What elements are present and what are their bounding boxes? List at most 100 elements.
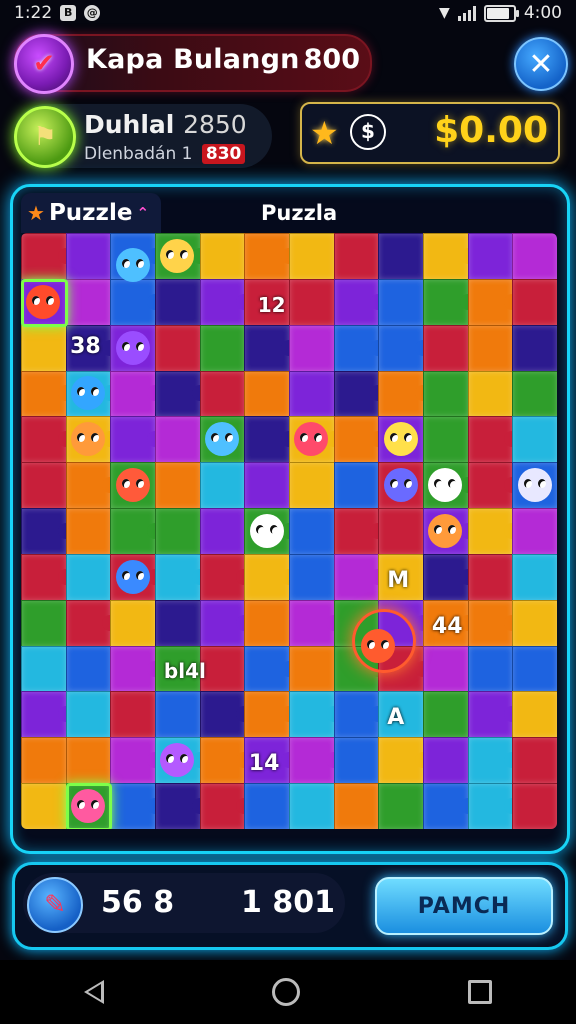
puzzle-piece[interactable] [155, 691, 201, 739]
puzzle-piece[interactable] [289, 553, 335, 601]
puzzle-piece[interactable] [155, 416, 201, 464]
match-button[interactable]: PAMCH [375, 877, 553, 935]
puzzle-piece[interactable] [65, 508, 112, 555]
puzzle-piece[interactable] [512, 324, 557, 372]
puzzle-piece[interactable] [512, 370, 557, 418]
puzzle-piece[interactable] [289, 508, 335, 555]
puzzle-piece[interactable] [244, 783, 290, 829]
puzzle-piece[interactable] [244, 370, 290, 418]
wifi-icon: ▼ [439, 5, 450, 21]
puzzle-piece[interactable] [199, 370, 246, 418]
puzzle-piece[interactable] [65, 278, 112, 326]
puzzle-piece[interactable] [244, 462, 290, 510]
puzzle-piece[interactable] [378, 278, 424, 326]
puzzle-piece[interactable] [155, 508, 201, 555]
puzzle-piece[interactable] [289, 233, 335, 280]
tab-puzzle[interactable]: ★ Puzzle ⌃ [21, 193, 161, 233]
puzzle-piece[interactable] [423, 370, 469, 418]
puzzle-piece[interactable] [65, 233, 112, 280]
puzzle-piece[interactable] [21, 737, 67, 785]
puzzle-piece[interactable] [155, 324, 201, 372]
puzzle-piece[interactable] [512, 783, 557, 829]
puzzle-piece[interactable] [512, 553, 557, 601]
puzzle-piece[interactable] [199, 508, 246, 555]
status-bar: 1:22 B @ ▼ 4:00 [0, 0, 576, 26]
puzzle-piece[interactable] [467, 324, 514, 372]
puzzle-piece[interactable] [378, 783, 424, 829]
wallet-panel[interactable]: ★ $ $0.00 [300, 102, 560, 164]
puzzle-piece[interactable] [423, 416, 469, 464]
puzzle-piece[interactable] [289, 324, 335, 372]
recent-apps-icon[interactable] [468, 980, 492, 1004]
heart-icon: ✔ [33, 49, 55, 79]
battery-icon [483, 4, 519, 22]
level-button[interactable]: ⚑ [14, 106, 76, 168]
puzzle-piece[interactable] [21, 462, 67, 510]
puzzle-piece[interactable] [21, 645, 67, 693]
puzzle-piece[interactable] [289, 278, 335, 326]
puzzle-piece[interactable] [199, 462, 246, 510]
puzzle-piece[interactable] [21, 324, 67, 372]
puzzle-piece[interactable] [155, 462, 201, 510]
puzzle-piece[interactable] [467, 370, 514, 418]
puzzle-piece[interactable] [65, 553, 112, 601]
puzzle-piece[interactable] [289, 783, 335, 829]
puzzle-piece[interactable] [110, 599, 156, 647]
character-face-icon [383, 468, 418, 503]
board-title: Puzzla [261, 201, 338, 225]
puzzle-piece[interactable] [512, 645, 557, 693]
character-face-icon [160, 238, 195, 273]
puzzle-piece[interactable] [199, 645, 246, 693]
puzzle-piece[interactable] [423, 737, 469, 785]
puzzle-piece[interactable] [423, 645, 469, 693]
header-bar: ✔ Kapa Bulangn 800 [14, 34, 372, 94]
puzzle-piece[interactable] [21, 783, 67, 829]
puzzle-piece[interactable] [423, 324, 469, 372]
puzzle-piece[interactable] [512, 278, 557, 326]
puzzle-piece[interactable] [512, 599, 557, 647]
puzzle-grid[interactable]: 12 38 M 44 bl4l 14 A [21, 233, 557, 829]
header-title: Kapa Bulangn [86, 44, 300, 75]
close-button[interactable]: ✕ [514, 37, 568, 91]
puzzle-piece[interactable] [65, 737, 112, 785]
puzzle-piece[interactable] [65, 645, 112, 693]
puzzle-piece[interactable] [467, 233, 514, 280]
puzzle-piece[interactable] [244, 599, 290, 647]
lives-button[interactable]: ✔ [14, 34, 74, 94]
puzzle-piece[interactable] [333, 233, 380, 280]
puzzle-piece[interactable] [289, 645, 335, 693]
puzzle-piece[interactable] [333, 783, 380, 829]
puzzle-piece[interactable] [199, 233, 246, 280]
puzzle-piece[interactable] [512, 416, 557, 464]
player-subtitle: Dlenbadán [84, 144, 177, 164]
board-label: A [387, 705, 405, 731]
home-icon[interactable] [272, 978, 300, 1006]
puzzle-piece[interactable] [289, 462, 335, 510]
player-name: Duhlal [84, 110, 175, 139]
board-label: 38 [70, 333, 101, 359]
puzzle-piece[interactable] [155, 278, 201, 326]
puzzle-piece[interactable] [333, 462, 380, 510]
puzzle-piece[interactable] [199, 324, 246, 372]
moves-value: 56 8 [101, 885, 175, 920]
puzzle-piece[interactable] [467, 645, 514, 693]
puzzle-piece[interactable] [65, 691, 112, 739]
puzzle-piece[interactable] [467, 553, 514, 601]
puzzle-piece[interactable] [512, 691, 557, 739]
puzzle-piece[interactable] [512, 737, 557, 785]
puzzle-piece[interactable] [378, 508, 424, 555]
puzzle-board-frame: ★ Puzzle ⌃ Puzzla 12 38 M 44 bl4l 14 A [10, 184, 570, 854]
puzzle-piece[interactable] [155, 599, 201, 647]
puzzle-piece[interactable] [378, 233, 424, 280]
puzzle-piece[interactable] [333, 737, 380, 785]
character-face-icon [249, 514, 284, 548]
puzzle-piece[interactable] [512, 233, 557, 280]
puzzle-piece[interactable] [110, 691, 156, 739]
chevrons-up-icon: ⌃ [136, 204, 150, 222]
puzzle-piece[interactable] [512, 508, 557, 555]
puzzle-piece[interactable] [21, 599, 67, 647]
puzzle-piece[interactable] [423, 691, 469, 739]
back-icon[interactable] [84, 980, 104, 1004]
puzzle-piece[interactable] [289, 370, 335, 418]
pencil-button[interactable]: ✎ [27, 877, 83, 933]
